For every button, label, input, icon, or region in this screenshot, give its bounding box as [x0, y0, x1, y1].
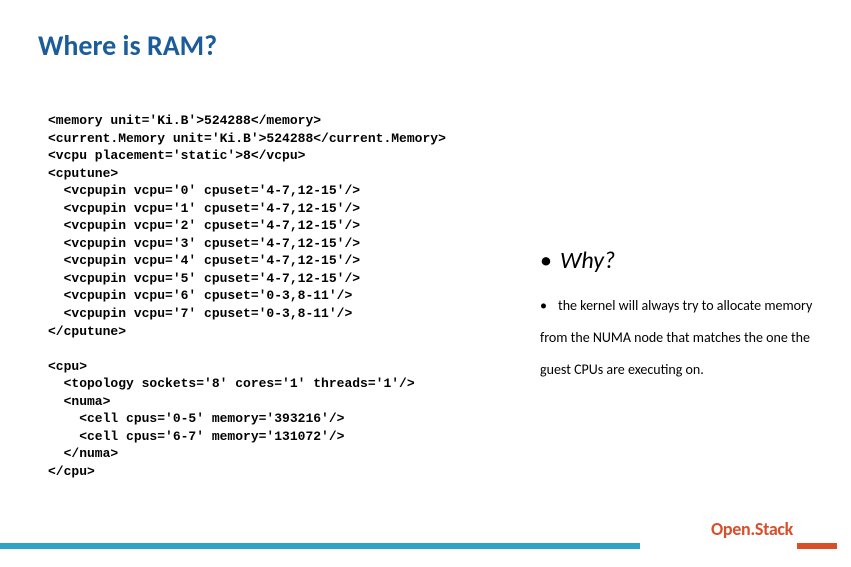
bullet-dot: • — [540, 290, 558, 322]
bullet-dot: • — [540, 246, 552, 275]
openstack-logo: Open.Stack — [711, 518, 793, 540]
footer-bar-orange — [797, 543, 837, 549]
footer-accent-bar — [0, 543, 851, 549]
slide-title: Where is RAM? — [38, 28, 217, 63]
why-heading: • Why? — [540, 246, 615, 275]
footer-bar-teal — [0, 543, 640, 549]
explanation-text: the kernel will always try to allocate m… — [540, 297, 812, 378]
why-text: Why? — [560, 246, 615, 275]
explanation-paragraph: •the kernel will always try to allocate … — [540, 290, 840, 387]
xml-code-block: <memory unit='Ki.B'>524288</memory> <cur… — [48, 112, 446, 480]
